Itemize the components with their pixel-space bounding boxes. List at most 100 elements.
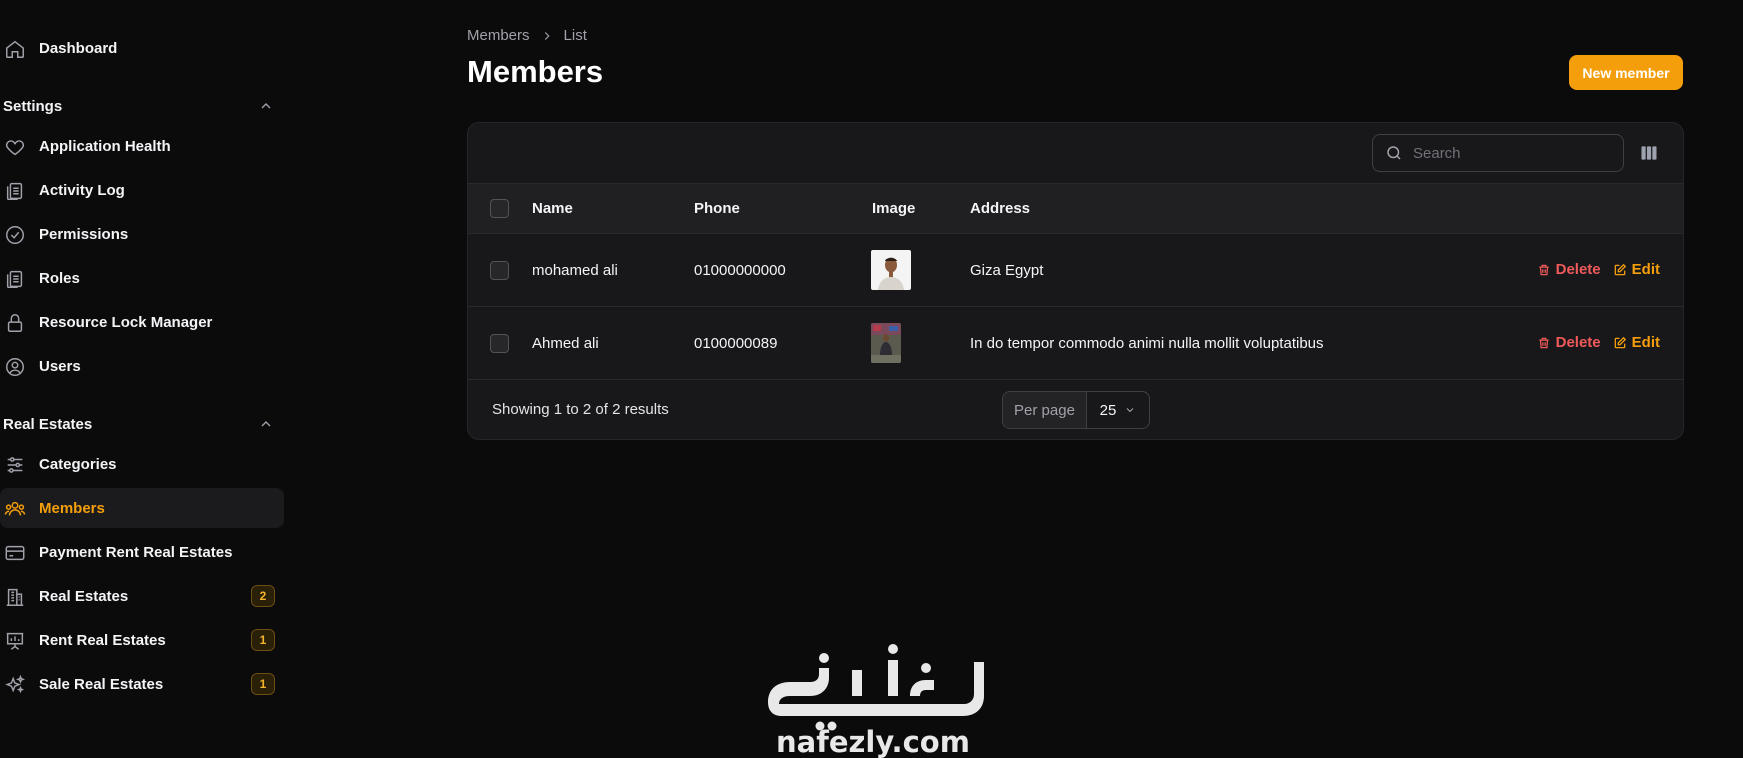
sidebar-item-label: Activity Log [39, 181, 125, 199]
trash-icon [1537, 336, 1551, 350]
table-row[interactable]: mohamed ali 01000000000 Giza Egypt Delet… [468, 234, 1683, 307]
search-icon [1385, 144, 1403, 162]
member-name: Ahmed ali [532, 334, 599, 352]
sidebar-item-sale-real-estates[interactable]: Sale Real Estates 1 [0, 664, 284, 704]
home-icon [4, 38, 26, 60]
new-member-button[interactable]: New member [1569, 55, 1683, 90]
member-address: Giza Egypt [970, 261, 1044, 279]
check-circle-icon [4, 224, 26, 246]
edit-button[interactable]: Edit [1613, 261, 1660, 278]
sidebar-item-members[interactable]: Members [0, 488, 284, 528]
group-label: Settings [3, 97, 63, 115]
sidebar-item-categories[interactable]: Categories [0, 444, 284, 484]
column-header-name[interactable]: Name [532, 200, 573, 217]
real-estates-group-header[interactable]: Real Estates [0, 404, 284, 444]
per-page-select[interactable]: Per page 25 [1002, 391, 1150, 429]
table-toolbar [468, 123, 1683, 184]
users-icon [4, 498, 26, 520]
sidebar-item-label: Payment Rent Real Estates [39, 543, 233, 561]
edit-button[interactable]: Edit [1613, 334, 1660, 351]
pencil-square-icon [1613, 336, 1627, 350]
delete-button[interactable]: Delete [1537, 334, 1601, 351]
page-title: Members [467, 54, 604, 89]
delete-label: Delete [1555, 261, 1601, 278]
sparkles-icon [4, 674, 26, 696]
row-actions: Delete Edit [1537, 261, 1660, 278]
sidebar: Dashboard Settings Application Health Ac… [0, 0, 290, 758]
results-summary: Showing 1 to 2 of 2 results [492, 401, 669, 418]
count-badge: 1 [251, 673, 275, 695]
sidebar-item-label: Resource Lock Manager [39, 313, 213, 331]
search-box[interactable] [1372, 134, 1624, 172]
members-table-panel: Name Phone Image Address mohamed ali 010… [467, 122, 1684, 440]
delete-button[interactable]: Delete [1537, 261, 1601, 278]
table-header: Name Phone Image Address [468, 184, 1683, 234]
sidebar-item-label: Roles [39, 269, 80, 287]
trash-icon [1537, 263, 1551, 277]
per-page-dropdown[interactable]: 25 [1087, 392, 1149, 428]
chevron-up-icon [258, 416, 274, 432]
member-phone: 0100000089 [694, 334, 778, 352]
member-image [871, 250, 911, 290]
breadcrumb-current: List [563, 27, 587, 44]
row-checkbox[interactable] [490, 261, 509, 280]
breadcrumb-members-link[interactable]: Members [467, 27, 530, 44]
building-icon [4, 586, 26, 608]
credit-card-icon [4, 542, 26, 564]
settings-group-header[interactable]: Settings [0, 86, 284, 126]
sidebar-item-resource-lock-manager[interactable]: Resource Lock Manager [0, 302, 284, 342]
chevron-down-icon [1124, 404, 1136, 416]
presentation-chart-icon [4, 630, 26, 652]
sidebar-item-permissions[interactable]: Permissions [0, 214, 284, 254]
edit-label: Edit [1631, 334, 1660, 351]
row-checkbox[interactable] [490, 334, 509, 353]
table-row[interactable]: Ahmed ali 0100000089 In do tempor commod… [468, 307, 1683, 380]
nafezly-watermark-logo: nafezly.com [760, 640, 990, 758]
table-footer: Showing 1 to 2 of 2 results Per page 25 [468, 380, 1683, 439]
sidebar-item-label: Application Health [39, 137, 171, 155]
member-name: mohamed ali [532, 261, 618, 279]
sidebar-item-application-health[interactable]: Application Health [0, 126, 284, 166]
sidebar-item-payment-rent-real-estates[interactable]: Payment Rent Real Estates [0, 532, 284, 572]
sidebar-item-roles[interactable]: Roles [0, 258, 284, 298]
sidebar-item-real-estates[interactable]: Real Estates 2 [0, 576, 284, 616]
select-all-checkbox[interactable] [490, 199, 509, 218]
sidebar-item-label: Rent Real Estates [39, 631, 166, 649]
per-page-value: 25 [1099, 401, 1117, 419]
member-image [871, 323, 901, 363]
chevron-right-icon [540, 29, 554, 43]
sidebar-item-dashboard[interactable]: Dashboard [0, 28, 284, 68]
column-header-address[interactable]: Address [970, 200, 1030, 217]
sidebar-item-label: Members [39, 499, 105, 517]
sidebar-item-activity-log[interactable]: Activity Log [0, 170, 284, 210]
sidebar-item-label: Sale Real Estates [39, 675, 164, 693]
sidebar-item-label: Categories [39, 455, 117, 473]
heart-icon [4, 136, 26, 158]
lock-icon [4, 312, 26, 334]
sidebar-item-label: Permissions [39, 225, 129, 243]
chevron-up-icon [258, 98, 274, 114]
sidebar-item-label: Dashboard [39, 39, 118, 57]
sidebar-item-rent-real-estates[interactable]: Rent Real Estates 1 [0, 620, 284, 660]
per-page-label: Per page [1003, 392, 1087, 428]
row-actions: Delete Edit [1537, 334, 1660, 351]
column-header-image: Image [872, 200, 916, 217]
sliders-icon [4, 454, 26, 476]
pencil-square-icon [1613, 263, 1627, 277]
sidebar-item-label: Real Estates [39, 587, 129, 605]
columns-toggle-icon[interactable] [1639, 143, 1659, 163]
count-badge: 2 [251, 585, 275, 607]
search-input[interactable] [1413, 144, 1613, 162]
edit-label: Edit [1631, 261, 1660, 278]
delete-label: Delete [1555, 334, 1601, 351]
count-badge: 1 [251, 629, 275, 651]
breadcrumb: Members List [467, 27, 587, 44]
watermark-latin: nafezly.com [776, 725, 970, 758]
clipboard-icon [4, 268, 26, 290]
sidebar-item-users[interactable]: Users [0, 346, 284, 386]
group-label: Real Estates [3, 415, 93, 433]
sidebar-item-label: Users [39, 357, 81, 375]
column-header-phone[interactable]: Phone [694, 200, 740, 217]
member-phone: 01000000000 [694, 261, 786, 279]
member-address: In do tempor commodo animi nulla mollit … [970, 334, 1324, 352]
